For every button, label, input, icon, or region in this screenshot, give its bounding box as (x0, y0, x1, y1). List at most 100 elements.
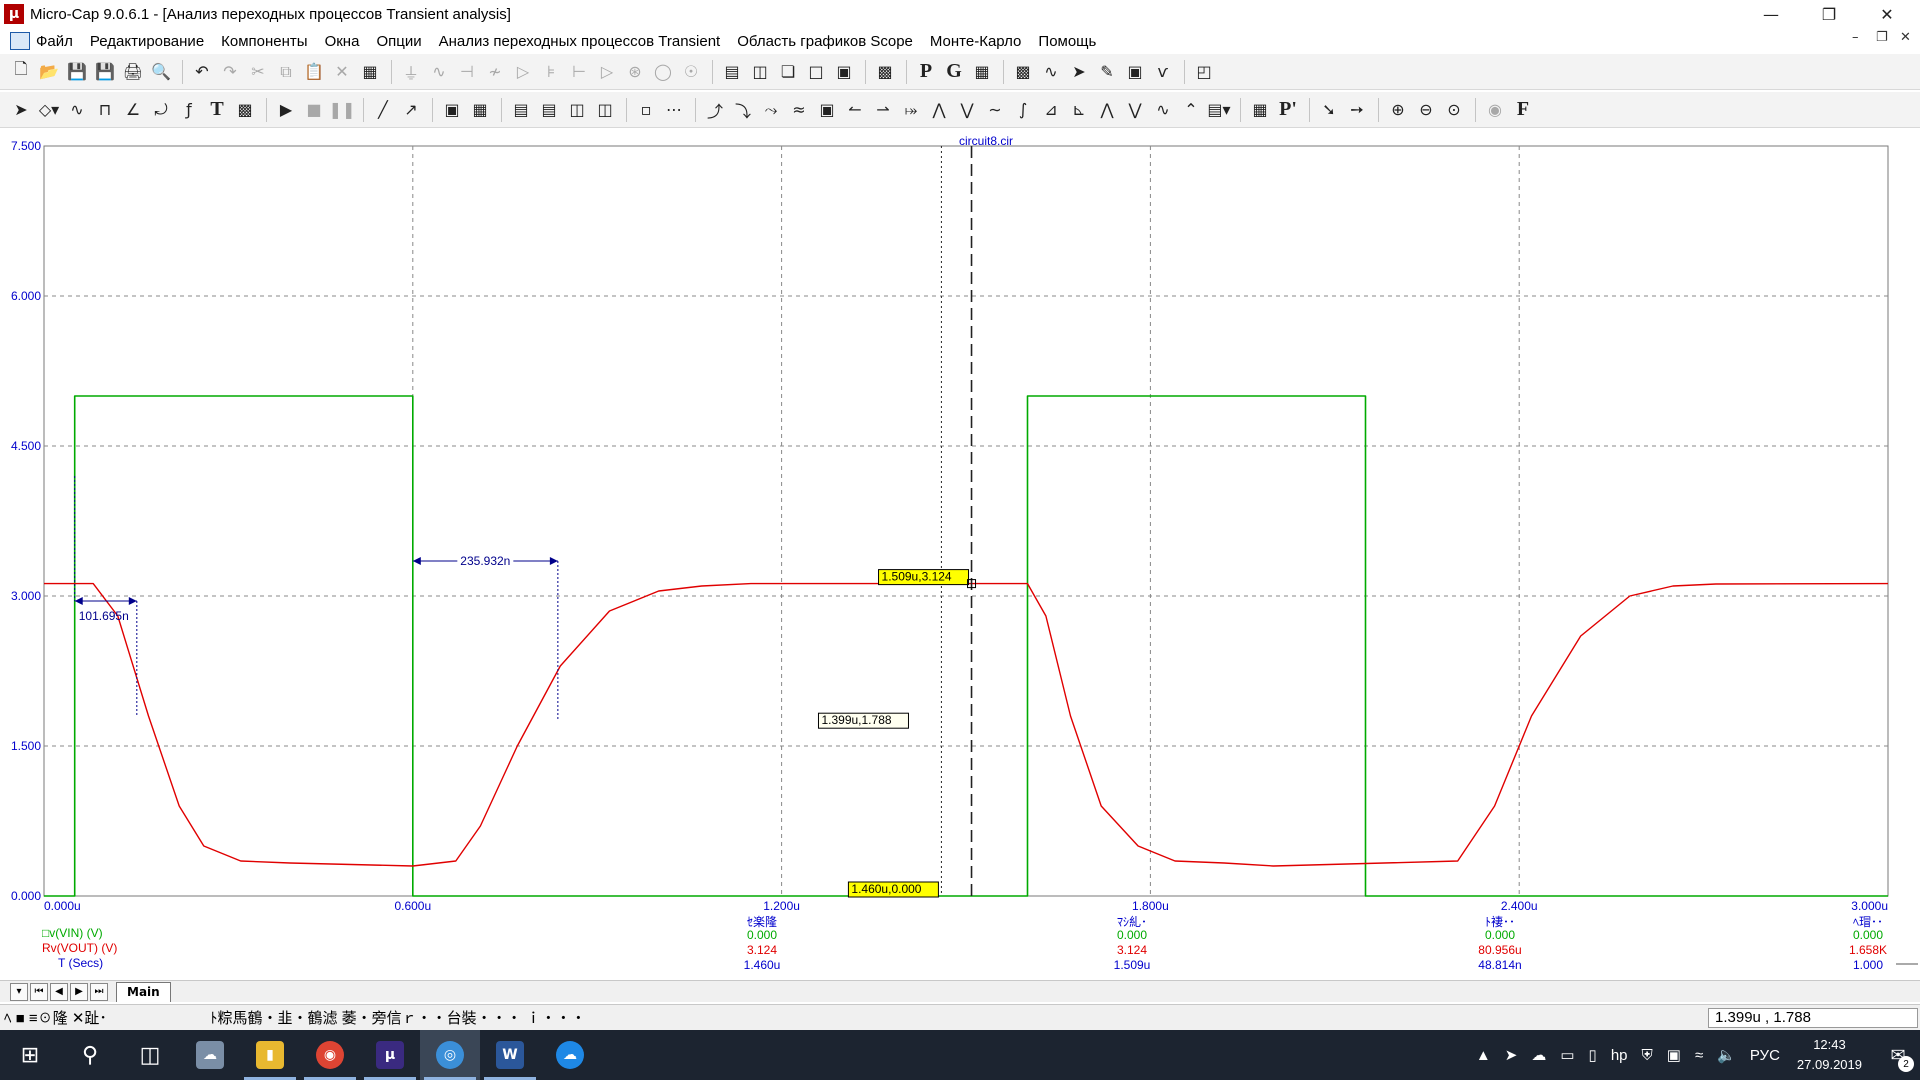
properties-icon[interactable]: ▩ (232, 97, 258, 123)
ground-icon[interactable]: ⏚ (398, 59, 424, 85)
frame-icon[interactable]: ▣ (439, 97, 465, 123)
stop-icon[interactable]: ■ (301, 97, 327, 123)
battery-tray-icon[interactable]: ▭ (1560, 1046, 1574, 1064)
horizontal-bar-icon[interactable]: ▫ (633, 97, 659, 123)
cursor-probe-icon[interactable]: ➤ (1066, 59, 1092, 85)
tab-prev-icon[interactable]: ◀ (50, 982, 68, 1001)
menu-transient[interactable]: Анализ переходных процессов Transient (439, 33, 721, 50)
zoom-in-icon[interactable]: ⊕ (1385, 97, 1411, 123)
globe-icon[interactable]: ◉ (1482, 97, 1508, 123)
print-preview-icon[interactable]: 🔍 (148, 59, 174, 85)
notification-icon[interactable]: ✉ 2 (1876, 1030, 1920, 1080)
component-dropdown-icon[interactable]: ◇▾ (36, 97, 62, 123)
p-prime-icon[interactable]: P' (1275, 97, 1301, 123)
p-icon[interactable]: P (913, 59, 939, 85)
telegram-icon[interactable]: ➤ (1505, 1046, 1518, 1064)
language-indicator[interactable]: РУС (1750, 1047, 1780, 1064)
g-icon[interactable]: G (941, 59, 967, 85)
app-photos-icon[interactable]: ☁ (180, 1030, 240, 1080)
open-file-icon[interactable]: 📂 (36, 59, 62, 85)
v-sub-icon[interactable]: ѵ (1150, 59, 1176, 85)
file-explorer-icon[interactable]: ▮ (240, 1030, 300, 1080)
battery-icon[interactable]: ⊧ (538, 59, 564, 85)
mdi-restore-icon[interactable]: ❐ (1876, 30, 1888, 45)
plot-properties-icon[interactable]: ◰ (1191, 59, 1217, 85)
restore-icon[interactable]: ❐ (1800, 0, 1858, 28)
switch-icon[interactable]: ⊛ (622, 59, 648, 85)
cut-icon[interactable]: ✂ (245, 59, 271, 85)
drive-icon[interactable]: ▲ (1476, 1047, 1491, 1064)
pulse-tool-icon[interactable]: ⊓ (92, 97, 118, 123)
scope-icon[interactable]: ▣ (1122, 59, 1148, 85)
select-all-icon[interactable]: ▦ (357, 59, 383, 85)
select-arrow-icon[interactable]: ➤ (8, 97, 34, 123)
f-icon[interactable]: F (1510, 97, 1536, 123)
print-icon[interactable]: 🖨 (120, 59, 146, 85)
microcap-taskbar-icon[interactable]: μ (360, 1030, 420, 1080)
cursor-peak-icon[interactable]: ⋀ (926, 97, 952, 123)
opamp-icon[interactable]: ▷ (594, 59, 620, 85)
chrome-icon[interactable]: ◉ (300, 1030, 360, 1080)
pause-icon[interactable]: ❚❚ (329, 97, 356, 123)
plot-canvas[interactable]: 0.000u 0.600u 1.200u 1.800u 2.400u 3.000u 0.00… (0, 134, 1920, 980)
cursor-bottom-icon[interactable]: ⋁ (1122, 97, 1148, 123)
calculator-icon[interactable]: ▩ (872, 59, 898, 85)
line-icon[interactable]: ╱ (370, 97, 396, 123)
ramp-tool-icon[interactable]: ∠ (120, 97, 146, 123)
clock[interactable]: 12:43 27.09.2019 (1797, 1035, 1862, 1075)
legend-vin[interactable]: □v(VIN) (V) (42, 926, 103, 940)
save-icon[interactable]: 💾 (64, 59, 90, 85)
wifi-icon[interactable]: ≈ (1695, 1047, 1703, 1064)
search-icon[interactable]: ⚲ (60, 1030, 120, 1080)
menu-help[interactable]: Помощь (1038, 33, 1096, 50)
valley-icon[interactable]: ⤵ (730, 97, 756, 123)
columns-alt-icon[interactable]: ◫ (592, 97, 618, 123)
tab-last-icon[interactable]: ⏭ (90, 982, 108, 1001)
chart-zoom-icon[interactable]: ▣ (814, 97, 840, 123)
zoom-fit-icon[interactable]: ⊙ (1441, 97, 1467, 123)
cursor-global-low-icon[interactable]: ⊾ (1066, 97, 1092, 123)
redo-icon[interactable]: ↷ (217, 59, 243, 85)
cursor-mode-alt-icon[interactable]: ➙ (1344, 97, 1370, 123)
plot-window[interactable]: 0.000u 0.600u 1.200u 1.800u 2.400u 3.000u 0.00… (0, 134, 1920, 980)
cursor-left-icon[interactable]: ↼ (842, 97, 868, 123)
copy-icon[interactable]: ⧉ (273, 59, 299, 85)
cloud-sync-icon[interactable]: ☁ (1531, 1046, 1546, 1064)
cursor-peaks-icon[interactable]: ⌃ (1178, 97, 1204, 123)
menu-options[interactable]: Опции (376, 33, 421, 50)
cursor-top-icon[interactable]: ⋀ (1094, 97, 1120, 123)
grid-toggle-icon[interactable]: ▦ (467, 97, 493, 123)
undo-icon[interactable]: ↶ (189, 59, 215, 85)
npn-icon[interactable]: ⊢ (566, 59, 592, 85)
cursor-mid-icon[interactable]: ∿ (1150, 97, 1176, 123)
bars-icon[interactable]: ▤ (508, 97, 534, 123)
draw-tool-icon[interactable]: ⤾ (148, 97, 174, 123)
task-view-icon[interactable]: ◫ (120, 1030, 180, 1080)
hp-icon[interactable]: hp (1611, 1047, 1628, 1064)
bars-bold-icon[interactable]: ▤ (536, 97, 562, 123)
cursor-inflection-icon[interactable]: ∫ (1010, 97, 1036, 123)
tab-main[interactable]: Main (116, 981, 171, 1002)
delete-icon[interactable]: ✕ (329, 59, 355, 85)
window-split-icon[interactable]: ▣ (831, 59, 857, 85)
data-table-icon[interactable]: ▦ (1247, 97, 1273, 123)
cursor-high-icon[interactable]: ∼ (982, 97, 1008, 123)
app-active-icon[interactable]: ◎ (420, 1030, 480, 1080)
cursor-mode-icon[interactable]: ➘ (1316, 97, 1342, 123)
peak-icon[interactable]: ⤴ (702, 97, 728, 123)
tile-vertical-icon[interactable]: ◫ (747, 59, 773, 85)
slope-icon[interactable]: ⤳ (758, 97, 784, 123)
shield-icon[interactable]: ⛨ (1642, 1047, 1653, 1064)
menu-scope[interactable]: Область графиков Scope (737, 33, 913, 50)
menu-file[interactable]: Файл (36, 33, 73, 50)
table-icon[interactable]: ▦ (969, 59, 995, 85)
word-icon[interactable]: W (480, 1030, 540, 1080)
menu-edit[interactable]: Редактирование (90, 33, 204, 50)
smooth-icon[interactable]: ≈ (786, 97, 812, 123)
diode-icon[interactable]: ▷ (510, 59, 536, 85)
cursor-low-icon[interactable]: ⤅ (898, 97, 924, 123)
scatter-icon[interactable]: ⋯ (661, 97, 687, 123)
menu-components[interactable]: Компоненты (221, 33, 307, 50)
columns-icon[interactable]: ◫ (564, 97, 590, 123)
tile-horizontal-icon[interactable]: ▤ (719, 59, 745, 85)
